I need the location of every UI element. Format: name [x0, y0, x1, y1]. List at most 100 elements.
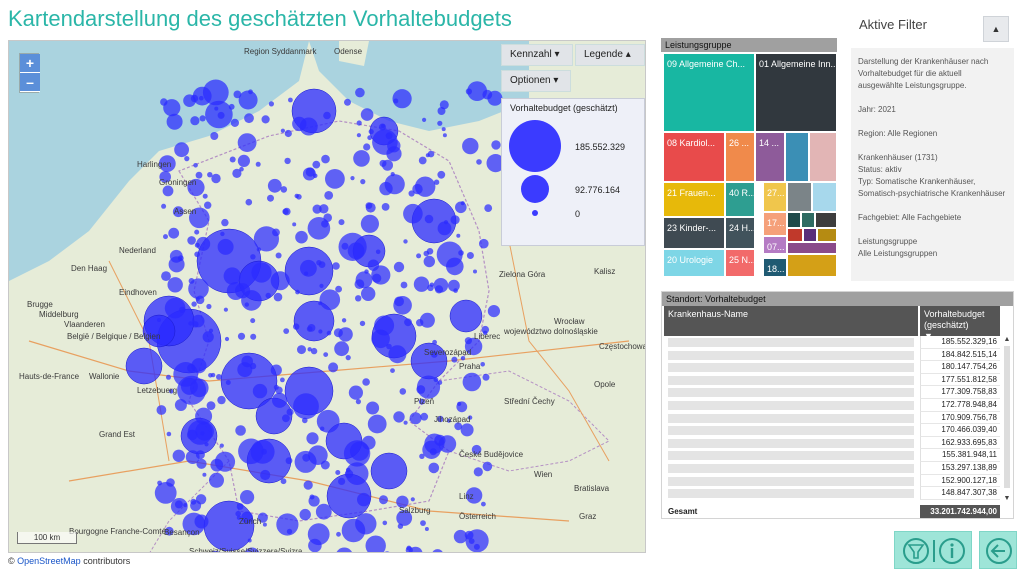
hospital-bubble[interactable] [457, 401, 462, 406]
treemap-cell[interactable]: 21 Frauen... [663, 182, 725, 217]
hospital-bubble[interactable] [223, 267, 241, 285]
hospital-bubble[interactable] [393, 296, 412, 315]
hospital-bubble[interactable] [237, 133, 257, 152]
hospital-bubble[interactable] [437, 120, 443, 126]
hospital-bubble[interactable] [476, 159, 482, 165]
hospital-bubble[interactable] [282, 414, 290, 423]
hospital-bubble[interactable] [437, 170, 446, 179]
filter-info-button[interactable] [894, 531, 972, 569]
hospital-bubble[interactable] [408, 190, 415, 197]
hospital-bubble[interactable] [207, 172, 213, 178]
hospital-bubble[interactable] [297, 345, 306, 355]
hospital-bubble[interactable] [372, 129, 398, 155]
hospital-bubble[interactable] [360, 179, 366, 185]
hospital-bubble[interactable] [211, 173, 221, 184]
hospital-bubble[interactable] [397, 523, 404, 529]
treemap-cell[interactable]: 23 Kinder-... [663, 217, 725, 249]
hospital-bubble[interactable] [224, 336, 230, 342]
hospital-bubble[interactable] [403, 203, 423, 224]
hospital-bubble[interactable] [194, 229, 200, 235]
hospital-bubble[interactable] [194, 251, 200, 258]
hospital-bubble[interactable] [296, 194, 302, 200]
hospital-bubble[interactable] [449, 299, 483, 333]
hospital-bubble[interactable] [393, 411, 405, 423]
hospital-bubble[interactable] [360, 108, 374, 121]
hospital-bubble[interactable] [328, 362, 339, 373]
hospital-bubble[interactable] [365, 202, 373, 210]
hospital-bubble[interactable] [316, 260, 322, 266]
hospital-bubble[interactable] [487, 305, 500, 318]
hospital-bubble[interactable] [356, 133, 361, 138]
hospital-bubble[interactable] [199, 115, 206, 122]
hospital-bubble[interactable] [229, 156, 236, 163]
hospital-bubble[interactable] [321, 154, 330, 164]
table-row[interactable]: 184.842.515,14 [662, 348, 1014, 362]
hospital-bubble[interactable] [319, 283, 324, 288]
hospital-bubble[interactable] [267, 194, 274, 202]
hospital-bubble[interactable] [364, 269, 369, 274]
hospital-bubble[interactable] [415, 176, 436, 197]
hospital-bubble[interactable] [209, 472, 224, 488]
hospital-bubble[interactable] [353, 150, 370, 167]
hospital-bubble[interactable] [381, 124, 385, 128]
treemap-cell[interactable]: 07... [763, 236, 787, 254]
hospital-bubble[interactable] [320, 426, 325, 431]
hospital-bubble[interactable] [210, 372, 216, 378]
hospital-bubble[interactable] [235, 283, 251, 299]
hospital-bubble[interactable] [256, 247, 262, 252]
hospital-bubble[interactable] [361, 435, 376, 450]
hospital-bubble[interactable] [250, 439, 275, 464]
hospital-bubble[interactable] [251, 262, 272, 283]
hospital-bubble[interactable] [216, 374, 222, 380]
hospital-bubble[interactable] [206, 303, 212, 310]
hospital-bubble[interactable] [193, 163, 198, 168]
hospital-bubble[interactable] [210, 132, 219, 140]
treemap-cell[interactable]: 17... [763, 212, 787, 236]
treemap-cell[interactable]: 20 Urologie [663, 249, 725, 277]
hospital-bubble[interactable] [236, 503, 244, 510]
hospital-bubble[interactable] [214, 451, 236, 472]
kennzahl-dropdown[interactable]: Kennzahl ▾ [501, 44, 573, 66]
hospital-bubble[interactable] [191, 314, 205, 328]
hospital-bubble[interactable] [273, 292, 283, 302]
hospital-bubble[interactable] [355, 271, 373, 289]
treemap-cell[interactable]: 09 Allgemeine Ch... [663, 53, 755, 132]
hospital-bubble[interactable] [368, 129, 374, 135]
hospital-bubble[interactable] [381, 203, 390, 211]
hospital-bubble[interactable] [241, 355, 253, 368]
table-row[interactable]: 180.147.754,26 [662, 361, 1014, 374]
hospital-bubble[interactable] [306, 432, 319, 445]
treemap-cell[interactable] [801, 212, 815, 228]
table-row[interactable]: 155.381.948,11 [662, 449, 1014, 462]
hospital-bubble[interactable] [320, 460, 330, 470]
hospital-bubble[interactable] [367, 135, 373, 141]
hospital-bubble[interactable] [481, 501, 486, 507]
treemap-cell[interactable]: 01 Allgemeine Inn... [755, 53, 837, 132]
hospital-bubble[interactable] [382, 520, 388, 526]
hospital-bubble[interactable] [338, 477, 346, 485]
hospital-bubble[interactable] [348, 385, 363, 400]
hospital-bubble[interactable] [482, 461, 493, 472]
hospital-bubble[interactable] [280, 128, 285, 133]
hospital-bubble[interactable] [172, 449, 185, 462]
hospital-bubble[interactable] [473, 543, 480, 550]
hospital-bubble[interactable] [166, 431, 172, 437]
hospital-bubble[interactable] [367, 414, 387, 434]
hospital-bubble[interactable] [280, 478, 287, 485]
hospital-bubble[interactable] [166, 374, 171, 380]
table-row[interactable]: 152.900.127,18 [662, 474, 1014, 488]
hospital-bubble[interactable] [261, 115, 270, 124]
hospital-bubble[interactable] [451, 356, 458, 363]
hospital-bubble[interactable] [233, 90, 242, 99]
hospital-bubble[interactable] [154, 482, 177, 504]
hospital-bubble[interactable] [307, 523, 330, 546]
hospital-bubble[interactable] [275, 386, 283, 394]
hospital-bubble[interactable] [480, 362, 486, 367]
hospital-bubble[interactable] [420, 520, 426, 526]
hospital-bubble[interactable] [338, 327, 353, 342]
hospital-bubble[interactable] [219, 443, 224, 448]
hospital-bubble[interactable] [190, 378, 209, 398]
hospital-bubble[interactable] [403, 420, 408, 425]
hospital-bubble[interactable] [265, 292, 271, 299]
hospital-bubble[interactable] [270, 271, 290, 291]
